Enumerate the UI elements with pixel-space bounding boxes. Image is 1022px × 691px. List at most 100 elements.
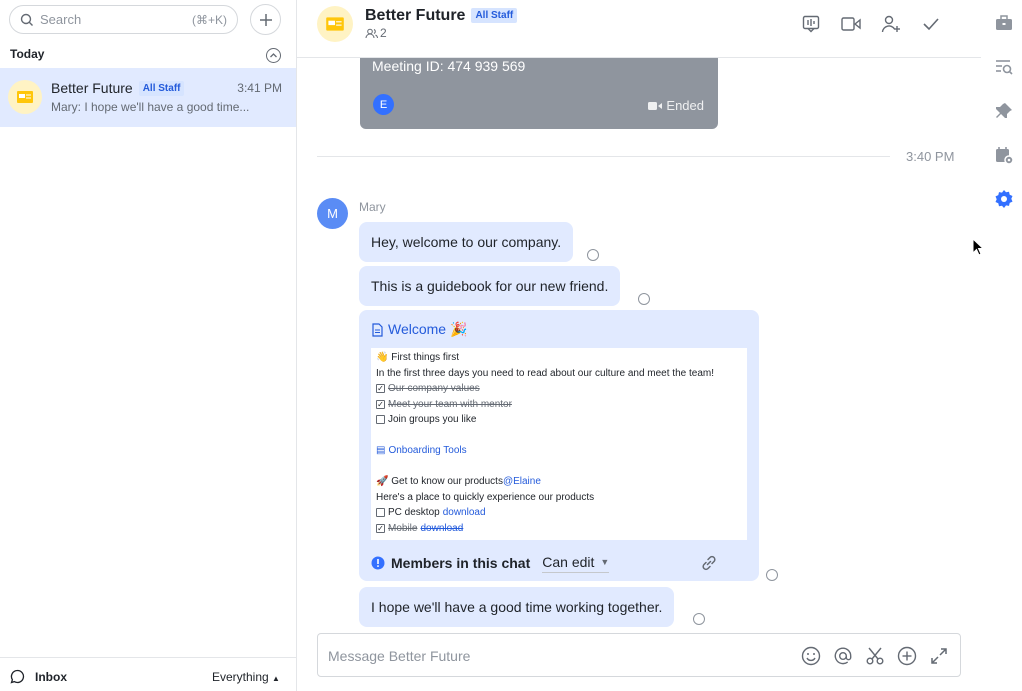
member-count-text: 2 (380, 26, 387, 40)
message-text: This is a guidebook for our new friend. (371, 278, 609, 294)
add-user-icon (881, 15, 900, 33)
sender-name: Mary (359, 200, 386, 214)
search-input[interactable]: Search (⌘+K) (9, 5, 238, 34)
group-avatar[interactable] (317, 6, 353, 42)
group-avatar (8, 80, 42, 114)
time-divider-line (317, 156, 890, 157)
briefcase-icon[interactable] (994, 13, 1014, 33)
doc-blank-line (376, 428, 742, 444)
screenshot-button[interactable] (864, 645, 886, 667)
mention-button[interactable] (832, 645, 854, 667)
right-toolbar (981, 0, 1022, 691)
doc-link-line: ▤ Onboarding Tools (376, 443, 742, 459)
doc-link-text: Onboarding Tools (388, 445, 467, 456)
plus-icon (259, 13, 272, 26)
add-member-button[interactable] (880, 13, 902, 35)
checkbox-icon (376, 415, 385, 425)
time-divider: 3:40 PM (906, 149, 955, 164)
sender-avatar[interactable]: M (317, 198, 348, 229)
calendar-settings-icon[interactable] (994, 145, 1014, 165)
search-shortcut: (⌘+K) (191, 12, 227, 27)
permission-dropdown[interactable]: Can edit ▼ (542, 553, 610, 573)
all-staff-tag: All Staff (138, 81, 185, 96)
doc-line-text: Mobile (388, 522, 418, 534)
doc-line: 🚀 Get to know our products @Elaine (376, 474, 742, 490)
collapse-section-button[interactable] (266, 48, 281, 63)
doc-link-icon: ▤ (376, 445, 386, 456)
doc-link-text: download (420, 522, 464, 534)
meeting-id: Meeting ID: 474 939 569 (372, 58, 526, 74)
search-icon (20, 13, 33, 26)
mark-done-button[interactable] (920, 13, 942, 35)
expand-icon (931, 648, 947, 664)
message-composer[interactable]: Message Better Future (317, 633, 961, 677)
scissors-icon (866, 647, 884, 665)
doc-link-text: download (442, 507, 486, 518)
chat-bubble-icon (10, 669, 25, 684)
inbox-label[interactable]: Inbox (35, 670, 67, 684)
composer-placeholder: Message Better Future (328, 648, 471, 664)
meeting-status: Ended (648, 98, 704, 113)
members-label: Members in this chat (391, 555, 531, 571)
doc-checklist-item: Join groups you like (376, 412, 742, 428)
chat-title[interactable]: Better Future All Staff (365, 7, 518, 25)
doc-preview[interactable]: 👋 First things first In the first three … (371, 348, 747, 540)
more-attachments-button[interactable] (896, 645, 918, 667)
doc-line-text: 🚀 Get to know our products (376, 476, 503, 487)
mention: @Elaine (502, 476, 541, 487)
group-avatar-icon (17, 91, 33, 103)
doc-blank-line (376, 459, 742, 475)
member-count[interactable]: 2 (365, 26, 387, 40)
doc-title-text: Welcome 🎉 (388, 321, 468, 337)
meeting-status-text: Ended (666, 98, 704, 113)
doc-card[interactable]: Welcome 🎉 👋 First things first In the fi… (359, 310, 759, 581)
message-bubble[interactable]: This is a guidebook for our new friend. (359, 266, 621, 306)
link-icon[interactable] (700, 554, 718, 572)
section-label-today: Today (10, 47, 45, 61)
filter-label: Everything (212, 670, 269, 684)
chevron-up-icon (270, 53, 277, 58)
group-avatar-icon (326, 17, 344, 31)
doc-card-footer: Members in this chat Can edit ▼ (371, 553, 747, 573)
mouse-cursor-icon (972, 238, 984, 256)
meeting-minutes-button[interactable] (800, 13, 822, 35)
checkbox-checked-icon: ✓ (376, 399, 385, 409)
conversation-item-better-future[interactable]: Better Future All Staff 3:41 PM Mary: I h… (0, 68, 296, 127)
read-status-icon (638, 293, 650, 305)
doc-checklist-item: PC desktop download (376, 505, 742, 521)
message-bubble[interactable]: I hope we'll have a good time working to… (359, 587, 675, 627)
chat-list-panel: Search (⌘+K) Today Better Future All Staf… (0, 0, 297, 691)
expand-composer-button[interactable] (928, 645, 950, 667)
left-footer: Inbox Everything ▲ (0, 657, 296, 691)
video-icon (648, 101, 663, 110)
doc-line: 👋 First things first (376, 352, 460, 363)
participant-avatar: E (373, 94, 394, 115)
checkbox-checked-icon: ✓ (376, 523, 385, 533)
video-call-button[interactable] (840, 13, 862, 35)
search-history-icon[interactable] (994, 57, 1014, 77)
document-icon (372, 322, 383, 337)
doc-line-text: Join groups you like (388, 414, 477, 425)
plus-circle-icon (897, 646, 917, 666)
app-window: Search (⌘+K) Today Better Future All Staf… (0, 0, 1022, 691)
doc-checklist-item: ✓ Meet your team with mentor (376, 397, 742, 413)
info-icon (371, 556, 385, 570)
message-bubble[interactable]: Hey, welcome to our company. (359, 222, 574, 262)
at-sign-icon (834, 647, 852, 665)
meeting-card[interactable]: Meeting ID: 474 939 569 E Ended (360, 54, 718, 129)
settings-gear-icon[interactable] (994, 189, 1014, 209)
read-status-icon (766, 569, 778, 581)
filter-dropdown[interactable]: Everything ▲ (212, 670, 280, 684)
doc-checklist-item: ✓ Mobile download (376, 521, 742, 537)
checkbox-checked-icon: ✓ (376, 384, 385, 394)
pin-icon[interactable] (994, 101, 1014, 121)
read-status-icon (587, 249, 599, 261)
emoji-button[interactable] (800, 645, 822, 667)
caret-down-icon: ▼ (600, 556, 610, 567)
permission-value: Can edit (542, 553, 595, 570)
create-button[interactable] (250, 4, 281, 35)
members-icon (365, 28, 378, 38)
emoji-icon (801, 646, 821, 666)
doc-title[interactable]: Welcome 🎉 (371, 321, 467, 338)
checkbox-icon (376, 508, 385, 518)
